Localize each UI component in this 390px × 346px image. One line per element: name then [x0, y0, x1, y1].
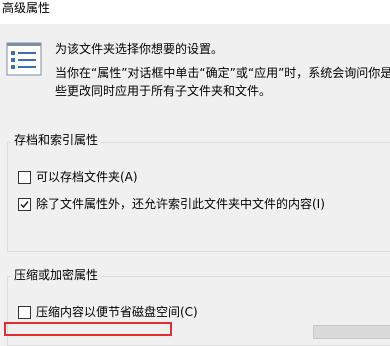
settings-list-icon [6, 42, 42, 76]
archive-index-group-label: 存档和索引属性 [11, 133, 102, 147]
index-contents-option[interactable]: 除了文件属性外，还允许索引此文件夹中文件的内容(I) [18, 197, 325, 211]
compress-contents-option[interactable]: 压缩内容以便节省磁盘空间(C) [18, 305, 198, 319]
index-contents-label: 除了文件属性外，还允许索引此文件夹中文件的内容(I) [36, 197, 325, 211]
compress-encrypt-group-label: 压缩或加密属性 [11, 268, 102, 282]
title-bar: 高级属性 [0, 0, 390, 24]
description-line-3: 些更改同时应用于所有子文件夹和文件。 [55, 84, 272, 98]
advanced-button-partial[interactable] [313, 325, 390, 339]
description-line-1: 为该文件夹选择你想要的设置。 [55, 42, 224, 56]
window-title: 高级属性 [2, 1, 51, 15]
archive-folder-option[interactable]: 可以存档文件夹(A) [18, 170, 138, 184]
checkmark-icon [20, 200, 29, 208]
highlight-box [4, 322, 172, 336]
compress-contents-checkbox[interactable] [18, 305, 31, 319]
archive-folder-checkbox[interactable] [18, 170, 31, 184]
archive-folder-label: 可以存档文件夹(A) [36, 170, 138, 184]
index-contents-checkbox[interactable] [18, 197, 31, 211]
description-line-2: 当你在“属性”对话框中单击“确定”或“应用”时，系统会询问你是否 [55, 66, 390, 80]
compress-contents-label: 压缩内容以便节省磁盘空间(C) [36, 305, 198, 319]
